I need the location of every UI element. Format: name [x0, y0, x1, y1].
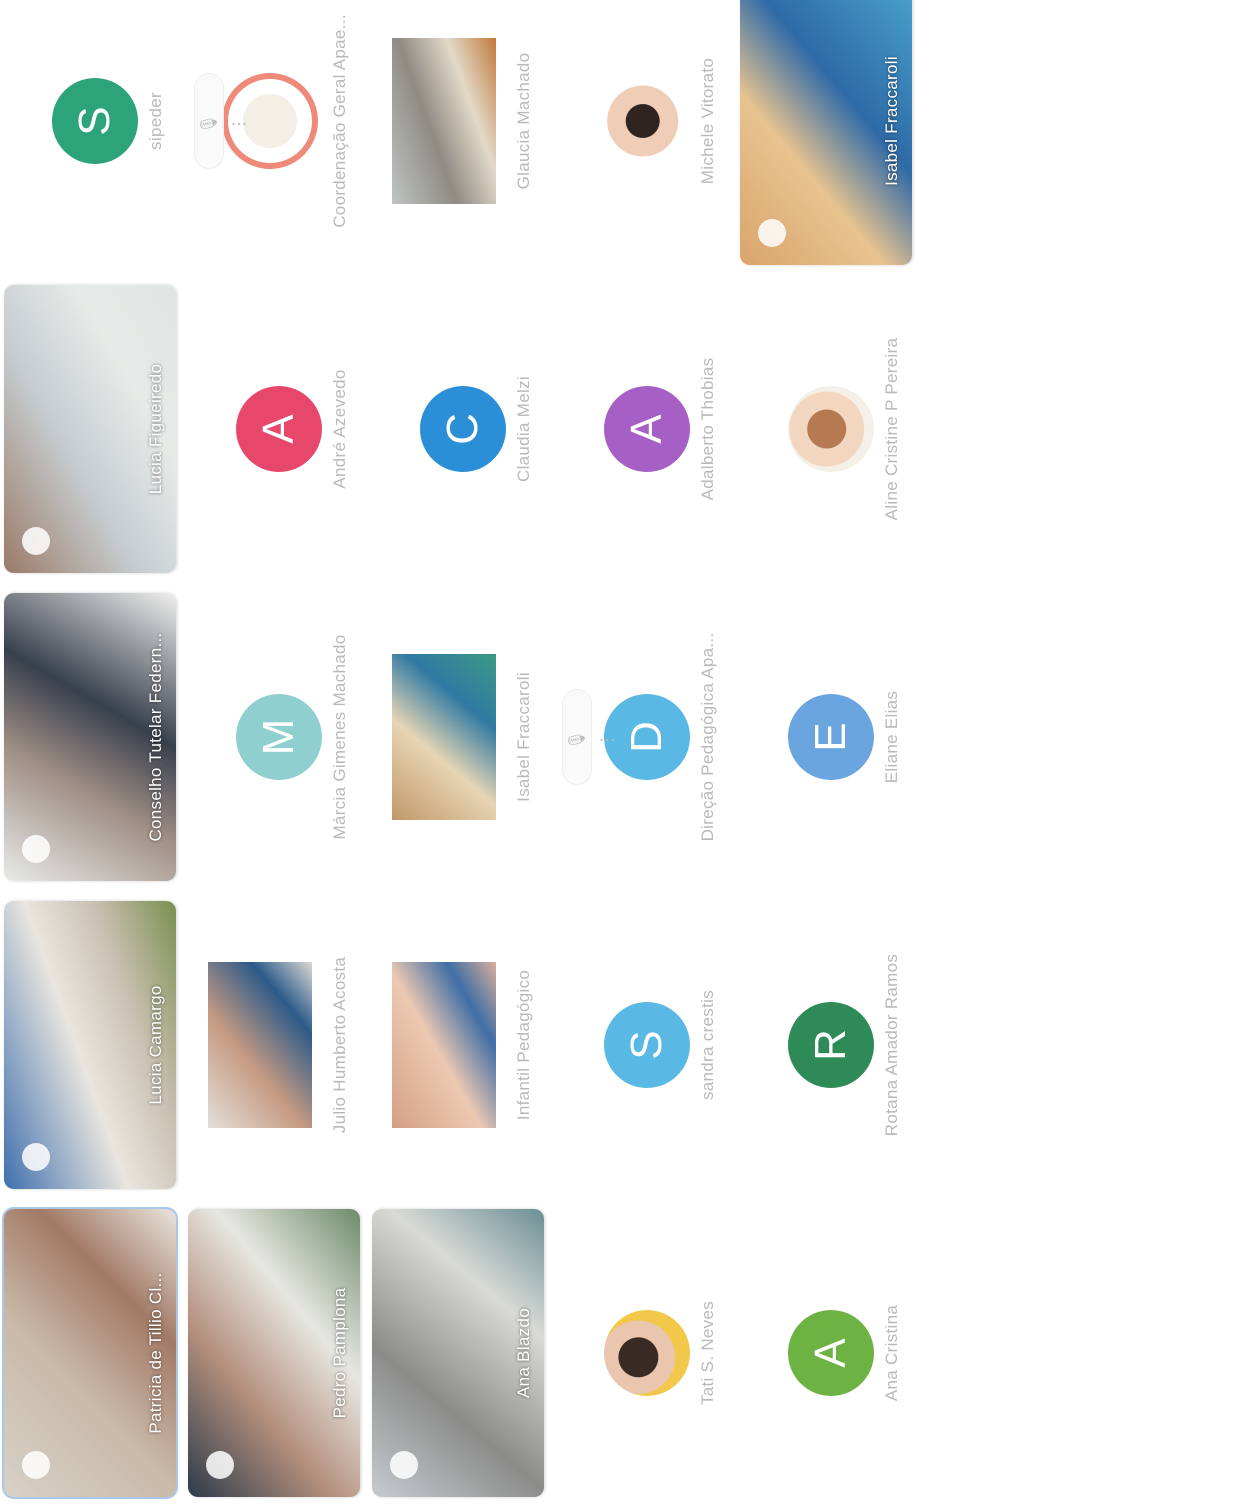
participant-name: Conselho Tutelar Federn...	[146, 632, 165, 842]
participant-name: Rotana Amador Ramos	[882, 953, 901, 1137]
profile-photo-icon	[604, 1310, 690, 1396]
participant-name: Patricia de Tillio Cl...	[146, 1272, 165, 1434]
avatar-initial: M	[236, 694, 322, 780]
participant-tile[interactable]: Ssipeder	[4, 0, 176, 265]
avatar-initial: A	[236, 386, 322, 472]
participant-tile[interactable]: A Adalberto Thobias	[556, 285, 728, 573]
participant-tile[interactable]: Lucia Figueiredo	[4, 285, 176, 573]
participant-name: Ana Blazdo	[514, 1308, 533, 1398]
participant-name: Julio Humberto Acosta	[330, 956, 349, 1134]
participant-name: Isabel Fraccaroli	[882, 56, 901, 186]
participant-tile[interactable]: Conselho Tutelar Federn...	[4, 593, 176, 881]
avatar-initial: S	[604, 1002, 690, 1088]
meeting-grid: Patricia de Tillio Cl... Lucia Camargo Con…	[0, 0, 1256, 1505]
mic-status-icon	[206, 1451, 234, 1479]
participant-tile[interactable]: Ssandra crestis	[556, 901, 728, 1189]
participant-tile[interactable]: E Eliane Elias	[740, 593, 912, 881]
avatar-initial: C	[420, 386, 506, 472]
participant-name: Infantil Pedagógico	[514, 969, 533, 1121]
participant-name: sandra crestis	[698, 989, 717, 1101]
room-snapshot	[392, 962, 496, 1128]
avatar-initial: S	[52, 78, 138, 164]
participant-tile[interactable]: Aline Cristine P Pereira	[740, 285, 912, 573]
participant-tile[interactable]: 🎙 ⋮ Coordenação Geral Apae...	[188, 0, 360, 265]
profile-photo-icon	[604, 78, 690, 164]
person-snapshot	[208, 962, 312, 1128]
participant-tile[interactable]: A André Azevedo	[188, 285, 360, 573]
participant-name: Michele Vitorato	[698, 57, 717, 185]
avatar-initial: A	[604, 386, 690, 472]
avatar-initial: E	[788, 694, 874, 780]
participant-name: Coordenação Geral Apae...	[330, 14, 349, 228]
participant-name: Isabel Fraccaroli	[514, 672, 533, 802]
participant-name: Adalberto Thobias	[698, 357, 717, 501]
tile-hover-controls[interactable]: 🎙 ⋮	[562, 689, 616, 785]
participant-tile[interactable]: Patricia de Tillio Cl...	[2, 1205, 178, 1501]
participant-name: Lucia Camargo	[146, 985, 165, 1105]
room-snapshot	[392, 38, 496, 204]
participant-tile[interactable]: Glaucia Machado	[372, 0, 544, 265]
participant-tile[interactable]: Isabel Fraccaroli	[740, 0, 912, 265]
participant-tile[interactable]: D 🎙 ⋮ Direção Pedagógica Apa...	[556, 593, 728, 881]
participant-name: André Azevedo	[330, 369, 349, 489]
participant-tile[interactable]: R Rotana Amador Ramos	[740, 901, 912, 1189]
participant-name: Márcia Gimenes Machado	[330, 634, 349, 840]
participant-name: Claudia Melzi	[514, 376, 533, 482]
mic-status-icon	[22, 1451, 50, 1479]
participant-name: Eliane Elias	[882, 690, 901, 784]
profile-photo-icon	[788, 386, 874, 472]
participant-name: Glaucia Machado	[514, 52, 533, 190]
participant-name: Ana Cristina	[882, 1304, 901, 1402]
participant-tile[interactable]: Ana Blazdo	[372, 1209, 544, 1497]
participant-tile[interactable]: Michele Vitorato	[556, 0, 728, 265]
mic-status-icon	[758, 219, 786, 247]
participant-tile[interactable]: M Márcia Gimenes Machado	[188, 593, 360, 881]
participant-name: Tati S. Neves	[698, 1300, 717, 1406]
participant-name: Lucia Figueiredo	[146, 363, 165, 495]
participant-name: Direção Pedagógica Apa...	[698, 632, 717, 842]
participant-tile[interactable]: Lucia Camargo	[4, 901, 176, 1189]
mic-status-icon	[22, 1143, 50, 1171]
participant-tile[interactable]: Julio Humberto Acosta	[188, 901, 360, 1189]
participant-name: Pedro Pamplona	[330, 1287, 349, 1419]
participant-tile[interactable]: Tati S. Neves	[556, 1209, 728, 1497]
participant-tile[interactable]: A Ana Cristina	[740, 1209, 912, 1497]
person-snapshot	[392, 654, 496, 820]
tile-hover-controls[interactable]: 🎙 ⋮	[194, 73, 248, 169]
participant-name: Aline Cristine P Pereira	[882, 337, 901, 521]
participant-tile[interactable]: Isabel Fraccaroli	[372, 593, 544, 881]
mic-status-icon	[22, 527, 50, 555]
participant-tile[interactable]: C Claudia Melzi	[372, 285, 544, 573]
participant-tile[interactable]: Infantil Pedagógico	[372, 901, 544, 1189]
mic-status-icon	[22, 835, 50, 863]
avatar-initial: R	[788, 1002, 874, 1088]
participant-tile[interactable]: Pedro Pamplona	[188, 1209, 360, 1497]
avatar-initial: A	[788, 1310, 874, 1396]
mic-status-icon	[390, 1451, 418, 1479]
participant-name: sipeder	[146, 92, 165, 150]
